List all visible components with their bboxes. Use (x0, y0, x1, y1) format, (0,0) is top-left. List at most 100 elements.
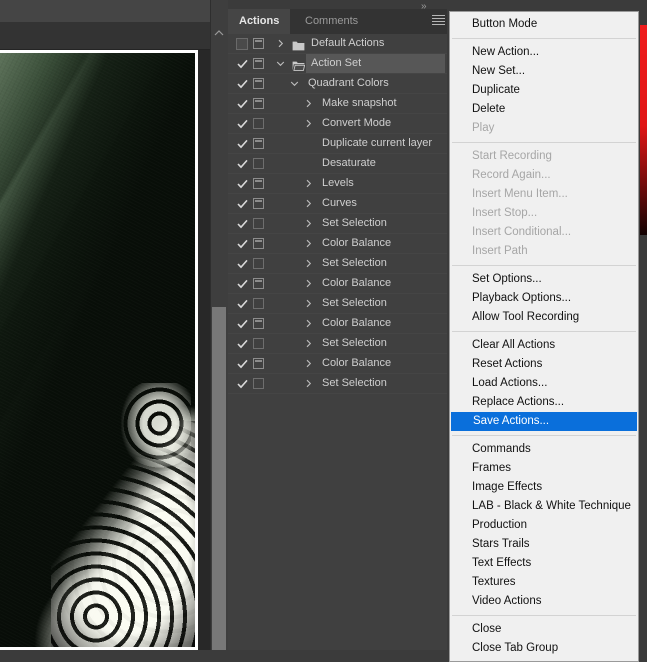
menu-item[interactable]: Frames (450, 459, 638, 478)
menu-item[interactable]: Production (450, 516, 638, 535)
dialog-toggle-icon[interactable] (253, 318, 264, 329)
menu-item[interactable]: Playback Options... (450, 289, 638, 308)
action-row[interactable]: Set Selection (228, 374, 447, 394)
action-row[interactable]: Set Selection (228, 294, 447, 314)
menu-item[interactable]: Load Actions... (450, 374, 638, 393)
dialog-toggle-icon[interactable] (253, 218, 264, 229)
menu-item[interactable]: Close Tab Group (450, 639, 638, 658)
action-row[interactable]: Levels (228, 174, 447, 194)
action-row[interactable]: Default Actions (228, 34, 447, 54)
chevron-right-icon[interactable] (304, 214, 313, 233)
menu-item[interactable]: Button Mode (450, 15, 638, 34)
canvas-scrollbar-track[interactable] (211, 44, 227, 650)
action-row[interactable]: Set Selection (228, 214, 447, 234)
dialog-toggle-icon[interactable] (253, 58, 264, 69)
dialog-toggle-icon[interactable] (253, 98, 264, 109)
action-row[interactable]: Set Selection (228, 254, 447, 274)
menu-item[interactable]: Delete (450, 100, 638, 119)
dialog-toggle-icon[interactable] (253, 78, 264, 89)
chevron-right-icon[interactable] (304, 234, 313, 253)
action-row[interactable]: Duplicate current layer (228, 134, 447, 154)
dialog-toggle-icon[interactable] (253, 338, 264, 349)
checkmark-icon[interactable] (234, 154, 250, 173)
menu-item[interactable]: Save Actions... (451, 412, 637, 431)
chevron-right-icon[interactable] (304, 174, 313, 193)
dialog-toggle-icon[interactable] (253, 358, 264, 369)
checkmark-icon[interactable] (234, 374, 250, 393)
canvas-scrollbar-thumb[interactable] (212, 307, 226, 650)
chevron-down-icon[interactable] (290, 74, 299, 93)
tab-actions[interactable]: Actions (228, 9, 291, 34)
menu-item[interactable]: Duplicate (450, 81, 638, 100)
checkmark-icon[interactable] (234, 54, 250, 73)
action-row[interactable]: Action Set (228, 54, 447, 74)
menu-item[interactable]: Allow Tool Recording (450, 308, 638, 327)
checkmark-icon[interactable] (234, 294, 250, 313)
action-row[interactable]: Convert Mode (228, 114, 447, 134)
dialog-toggle-icon[interactable] (253, 138, 264, 149)
menu-item[interactable]: New Action... (450, 43, 638, 62)
checkmark-icon[interactable] (234, 354, 250, 373)
dialog-toggle-icon[interactable] (253, 158, 264, 169)
chevron-right-icon[interactable] (304, 114, 313, 133)
chevron-up-icon[interactable] (213, 26, 225, 38)
menu-item[interactable]: Text Effects (450, 554, 638, 573)
dialog-toggle-icon[interactable] (253, 178, 264, 189)
action-row[interactable]: Color Balance (228, 274, 447, 294)
chevron-right-icon[interactable] (304, 334, 313, 353)
hamburger-menu-icon[interactable] (432, 15, 445, 26)
chevron-right-icon[interactable] (304, 94, 313, 113)
checkmark-icon[interactable] (234, 134, 250, 153)
dialog-toggle-icon[interactable] (253, 238, 264, 249)
action-row[interactable]: Color Balance (228, 354, 447, 374)
image-canvas[interactable] (0, 50, 198, 650)
menu-item[interactable]: Replace Actions... (450, 393, 638, 412)
menu-item[interactable]: Set Options... (450, 270, 638, 289)
checkmark-icon[interactable] (234, 194, 250, 213)
chevron-right-icon[interactable] (304, 254, 313, 273)
dialog-toggle-icon[interactable] (253, 378, 264, 389)
action-row[interactable]: Color Balance (228, 234, 447, 254)
chevron-right-icon[interactable] (304, 294, 313, 313)
action-row[interactable]: Make snapshot (228, 94, 447, 114)
dialog-toggle-icon[interactable] (253, 298, 264, 309)
checkmark-icon[interactable] (234, 214, 250, 233)
checkmark-icon[interactable] (234, 114, 250, 133)
chevron-right-icon[interactable] (276, 34, 285, 53)
panel-context-menu[interactable]: Button Mode New Action... New Set... Duplic… (449, 11, 639, 662)
dialog-toggle-icon[interactable] (253, 198, 264, 209)
menu-item[interactable]: New Set... (450, 62, 638, 81)
checkmark-icon[interactable] (234, 94, 250, 113)
chevron-down-icon[interactable] (276, 54, 285, 73)
menu-item[interactable]: Stars Trails (450, 535, 638, 554)
chevron-double-right-icon[interactable]: » (421, 1, 426, 12)
checkmark-icon[interactable] (234, 74, 250, 93)
action-row[interactable]: Quadrant Colors (228, 74, 447, 94)
menu-item[interactable]: Commands (450, 440, 638, 459)
menu-item[interactable]: Image Effects (450, 478, 638, 497)
action-row[interactable]: Set Selection (228, 334, 447, 354)
checkmark-icon[interactable] (234, 174, 250, 193)
checkmark-icon[interactable] (234, 234, 250, 253)
dialog-toggle-icon[interactable] (253, 278, 264, 289)
menu-item[interactable]: Close (450, 620, 638, 639)
chevron-right-icon[interactable] (304, 194, 313, 213)
chevron-right-icon[interactable] (304, 374, 313, 393)
menu-item[interactable]: Clear All Actions (450, 336, 638, 355)
checkmark-icon[interactable] (234, 274, 250, 293)
action-row[interactable]: Color Balance (228, 314, 447, 334)
action-row[interactable]: Curves (228, 194, 447, 214)
tab-comments[interactable]: Comments (294, 9, 370, 34)
menu-item[interactable]: Video Actions (450, 592, 638, 611)
menu-item[interactable]: LAB - Black & White Technique (450, 497, 638, 516)
chevron-right-icon[interactable] (304, 274, 313, 293)
checkmark-icon[interactable] (234, 314, 250, 333)
dialog-toggle-icon[interactable] (253, 38, 264, 49)
checkmark-icon[interactable] (234, 334, 250, 353)
document-tab-strip[interactable] (0, 22, 210, 50)
menu-item[interactable]: Reset Actions (450, 355, 638, 374)
action-row[interactable]: Desaturate (228, 154, 447, 174)
menu-item[interactable]: Textures (450, 573, 638, 592)
checkbox-empty-icon[interactable] (234, 34, 250, 53)
checkmark-icon[interactable] (234, 254, 250, 273)
